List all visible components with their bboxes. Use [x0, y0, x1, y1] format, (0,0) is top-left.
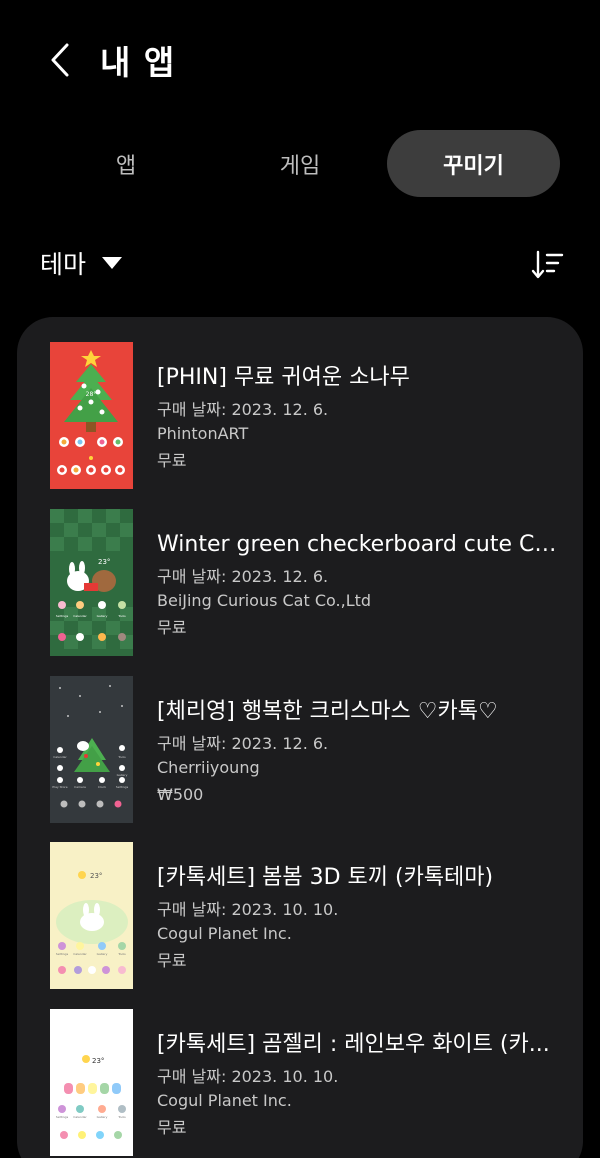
thumb-label: Gallery [117, 773, 128, 777]
page-title: 내 앱 [100, 43, 176, 82]
tab-games[interactable]: 게임 [214, 130, 386, 197]
thumb-label: Calendar [73, 1115, 87, 1119]
theme-thumbnail: 23° Settings Calendar Gallery Tools [50, 842, 133, 989]
thumb-label: Tools [117, 755, 126, 759]
thumb-label: Calendar [53, 755, 67, 759]
item-info: [카톡세트] 곰젤리 : 레인보우 화이트 (카... 구매 날짜: 2023.… [157, 1031, 557, 1141]
filter-label: 테마 [40, 250, 87, 279]
thumb-label: Tools [117, 1115, 126, 1119]
item-title: [PHIN] 무료 귀여운 소나무 [157, 365, 410, 390]
thumb-temp: 28° [86, 391, 97, 398]
item-info: [카톡세트] 봄봄 3D 토끼 (카톡테마) 구매 날짜: 2023. 10. … [157, 864, 557, 974]
sort-icon[interactable] [529, 247, 565, 283]
item-price: 무료 [157, 618, 187, 637]
item-developer: Cogul Planet Inc. [157, 924, 292, 943]
item-developer: Cogul Planet Inc. [157, 1091, 292, 1110]
thumb-label: Settings [56, 614, 69, 618]
item-title: [체리영] 행복한 크리스마스 ♡카톡♡ [157, 699, 498, 724]
theme-thumbnail: 28° [50, 342, 133, 489]
item-purchase-date: 구매 날짜: 2023. 10. 10. [157, 900, 339, 919]
thumb-label: Tools [117, 952, 126, 956]
thumb-label: Camera [74, 785, 86, 789]
back-button[interactable] [40, 40, 80, 80]
tab-decorate[interactable]: 꾸미기 [387, 130, 560, 197]
chevron-left-icon [51, 43, 69, 77]
item-price: ₩500 [157, 785, 204, 804]
item-price: 무료 [157, 951, 187, 970]
theme-thumbnail: 23° Settings Calendar Gallery Tools [50, 1009, 133, 1156]
thumb-label: Settings [56, 952, 69, 956]
caret-down-icon [102, 257, 123, 269]
list-item-phin-pine[interactable]: 28° [PHIN] 무료 귀여운 소나무 구매 날짜: 2023. 12. 6… [17, 342, 583, 492]
list-item-gummy-bear-rainbow[interactable]: 23° Settings Calendar Gallery Tools [카톡세… [17, 1009, 583, 1158]
item-purchase-date: 구매 날짜: 2023. 12. 6. [157, 567, 329, 586]
tab-bar: 앱 게임 꾸미기 [40, 130, 560, 197]
list-item-winter-checkerboard[interactable]: 23° Settings Calendar Gallery Tools Wint… [17, 509, 583, 659]
item-purchase-date: 구매 날짜: 2023. 12. 6. [157, 400, 329, 419]
thumb-label: Tools [117, 614, 126, 618]
item-info: Winter green checkerboard cute Ch... 구매 … [157, 531, 557, 641]
item-info: [PHIN] 무료 귀여운 소나무 구매 날짜: 2023. 12. 6. Ph… [157, 364, 557, 474]
thumb-temp: 23° [90, 872, 102, 880]
list-item-cherriyoung-christmas[interactable]: Calendar Tools Gallery Play Store Camera… [17, 676, 583, 826]
item-purchase-date: 구매 날짜: 2023. 10. 10. [157, 1067, 339, 1086]
thumb-label: Gallery [97, 952, 108, 956]
thumb-label: Play Store [52, 785, 67, 789]
thumb-label: Calendar [73, 952, 87, 956]
filter-row: 테마 [40, 245, 565, 285]
thumb-label: Calendar [73, 614, 87, 618]
item-purchase-date: 구매 날짜: 2023. 12. 6. [157, 734, 329, 753]
item-price: 무료 [157, 451, 187, 470]
theme-thumbnail: 23° Settings Calendar Gallery Tools [50, 509, 133, 656]
theme-filter-dropdown[interactable]: 테마 [40, 245, 123, 281]
thumb-temp: 23° [92, 1057, 104, 1065]
thumb-label: Settings [56, 1115, 69, 1119]
thumb-label: Clock [98, 785, 106, 789]
tab-apps[interactable]: 앱 [40, 130, 212, 197]
item-developer: Cherriiyoung [157, 758, 260, 777]
item-title: [카톡세트] 곰젤리 : 레인보우 화이트 (카... [157, 1032, 550, 1057]
item-developer: BeiJing Curious Cat Co.,Ltd [157, 591, 372, 610]
item-price: 무료 [157, 1118, 187, 1137]
thumb-label: Settings [116, 785, 129, 789]
list-item-bombom-rabbit[interactable]: 23° Settings Calendar Gallery Tools [카톡세… [17, 842, 583, 992]
item-info: [체리영] 행복한 크리스마스 ♡카톡♡ 구매 날짜: 2023. 12. 6.… [157, 698, 557, 808]
thumb-label: Gallery [97, 614, 108, 618]
header: 내 앱 [0, 0, 600, 120]
item-developer: PhintonART [157, 424, 249, 443]
thumb-label: Gallery [97, 1115, 108, 1119]
item-title: Winter green checkerboard cute Ch... [157, 532, 557, 557]
theme-thumbnail: Calendar Tools Gallery Play Store Camera… [50, 676, 133, 823]
item-title: [카톡세트] 봄봄 3D 토끼 (카톡테마) [157, 865, 494, 890]
theme-list: 28° [PHIN] 무료 귀여운 소나무 구매 날짜: 2023. 12. 6… [17, 317, 583, 1158]
thumb-temp: 23° [98, 558, 110, 566]
